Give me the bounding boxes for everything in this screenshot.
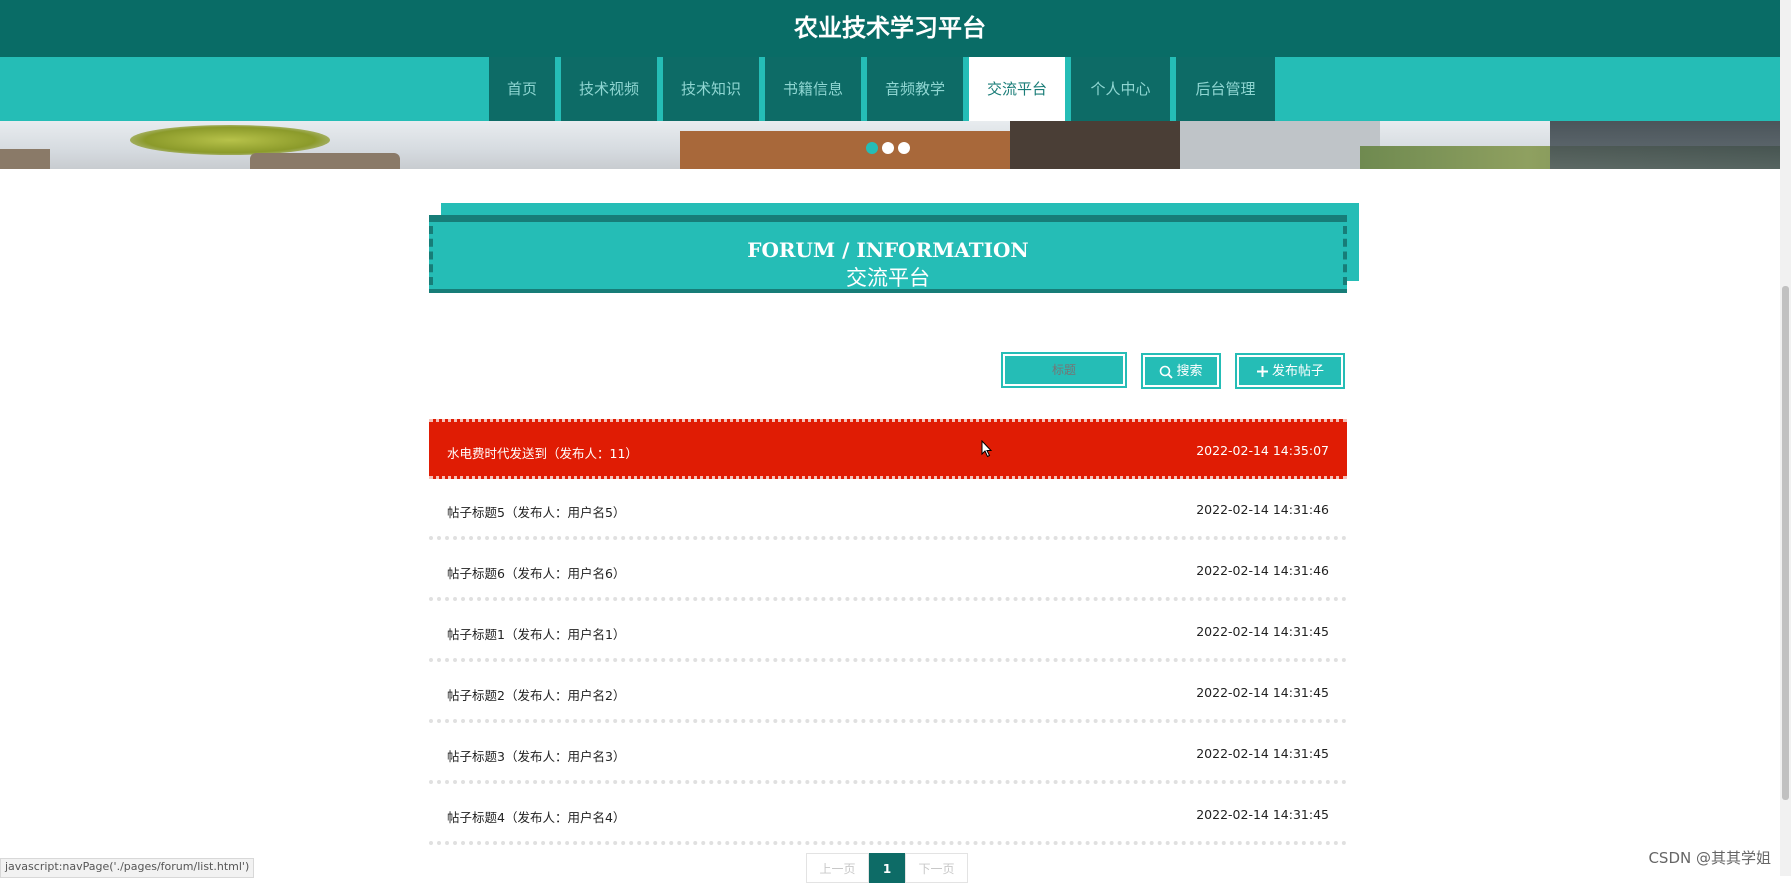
nav-item-admin[interactable]: 后台管理 [1176, 57, 1275, 121]
post-title: 帖子标题4（发布人：用户名4） [447, 810, 626, 825]
title-search-input[interactable] [1001, 352, 1127, 388]
post-list: 水电费时代发送到（发布人：11） 2022-02-14 14:35:07 帖子标… [429, 419, 1347, 846]
carousel-indicators [866, 142, 910, 154]
carousel-dot[interactable] [866, 142, 878, 154]
next-page-button[interactable]: 下一页 [905, 853, 968, 883]
carousel-dot[interactable] [898, 142, 910, 154]
mouse-cursor-icon [981, 440, 993, 458]
search-icon [1160, 365, 1174, 379]
post-title: 帖子标题3（发布人：用户名3） [447, 749, 626, 764]
current-page-button[interactable]: 1 [869, 853, 905, 883]
post-row[interactable]: 帖子标题6（发布人：用户名6） 2022-02-14 14:31:46 [429, 541, 1347, 601]
prev-page-button[interactable]: 上一页 [806, 853, 869, 883]
post-title: 水电费时代发送到（发布人：11） [447, 446, 638, 461]
scrollbar[interactable] [1780, 0, 1791, 876]
post-title: 帖子标题6（发布人：用户名6） [447, 566, 626, 581]
pagination: 上一页 1 下一页 [806, 853, 968, 883]
post-date: 2022-02-14 14:31:45 [1196, 746, 1329, 761]
nav-item-books[interactable]: 书籍信息 [765, 57, 861, 121]
scrollbar-thumb[interactable] [1782, 286, 1789, 800]
nav-item-tech-video[interactable]: 技术视频 [561, 57, 657, 121]
section-title-en: FORUM / INFORMATION [747, 238, 1029, 262]
post-title: 帖子标题1（发布人：用户名1） [447, 627, 626, 642]
watermark: CSDN @其其学姐 [1648, 849, 1771, 867]
site-title: 农业技术学习平台 [794, 14, 986, 42]
add-post-button-label: 发布帖子 [1271, 364, 1324, 379]
post-date: 2022-02-14 14:31:45 [1196, 685, 1329, 700]
post-date: 2022-02-14 14:31:46 [1196, 563, 1329, 578]
browser-status-bar: javascript:navPage('./pages/forum/list.h… [0, 858, 255, 878]
post-title: 帖子标题2（发布人：用户名2） [447, 688, 626, 703]
post-date: 2022-02-14 14:35:07 [1196, 443, 1329, 458]
main-nav: 首页 技术视频 技术知识 书籍信息 音频教学 交流平台 个人中心 后台管理 [0, 57, 1780, 121]
nav-item-audio[interactable]: 音频教学 [867, 57, 963, 121]
nav-item-personal-center[interactable]: 个人中心 [1071, 57, 1170, 121]
nav-item-forum[interactable]: 交流平台 [969, 57, 1065, 121]
post-row[interactable]: 水电费时代发送到（发布人：11） 2022-02-14 14:35:07 [429, 419, 1347, 479]
nav-item-home[interactable]: 首页 [489, 57, 555, 121]
search-button-label: 搜索 [1176, 364, 1203, 379]
post-row[interactable]: 帖子标题3（发布人：用户名3） 2022-02-14 14:31:45 [429, 724, 1347, 784]
add-post-button[interactable]: 发布帖子 [1235, 353, 1345, 389]
section-title-cn: 交流平台 [846, 266, 930, 290]
carousel-dot[interactable] [882, 142, 894, 154]
post-row[interactable]: 帖子标题1（发布人：用户名1） 2022-02-14 14:31:45 [429, 602, 1347, 662]
post-row[interactable]: 帖子标题2（发布人：用户名2） 2022-02-14 14:31:45 [429, 663, 1347, 723]
nav-item-tech-knowledge[interactable]: 技术知识 [663, 57, 759, 121]
post-row[interactable]: 帖子标题5（发布人：用户名5） 2022-02-14 14:31:46 [429, 480, 1347, 540]
post-date: 2022-02-14 14:31:45 [1196, 807, 1329, 822]
post-date: 2022-02-14 14:31:46 [1196, 502, 1329, 517]
search-button[interactable]: 搜索 [1141, 353, 1221, 389]
plus-icon [1256, 366, 1268, 377]
site-header: 农业技术学习平台 [0, 0, 1780, 57]
post-row[interactable]: 帖子标题4（发布人：用户名4） 2022-02-14 14:31:45 [429, 785, 1347, 845]
section-title-block: FORUM / INFORMATION 交流平台 [429, 203, 1359, 293]
post-title: 帖子标题5（发布人：用户名5） [447, 505, 626, 520]
post-date: 2022-02-14 14:31:45 [1196, 624, 1329, 639]
